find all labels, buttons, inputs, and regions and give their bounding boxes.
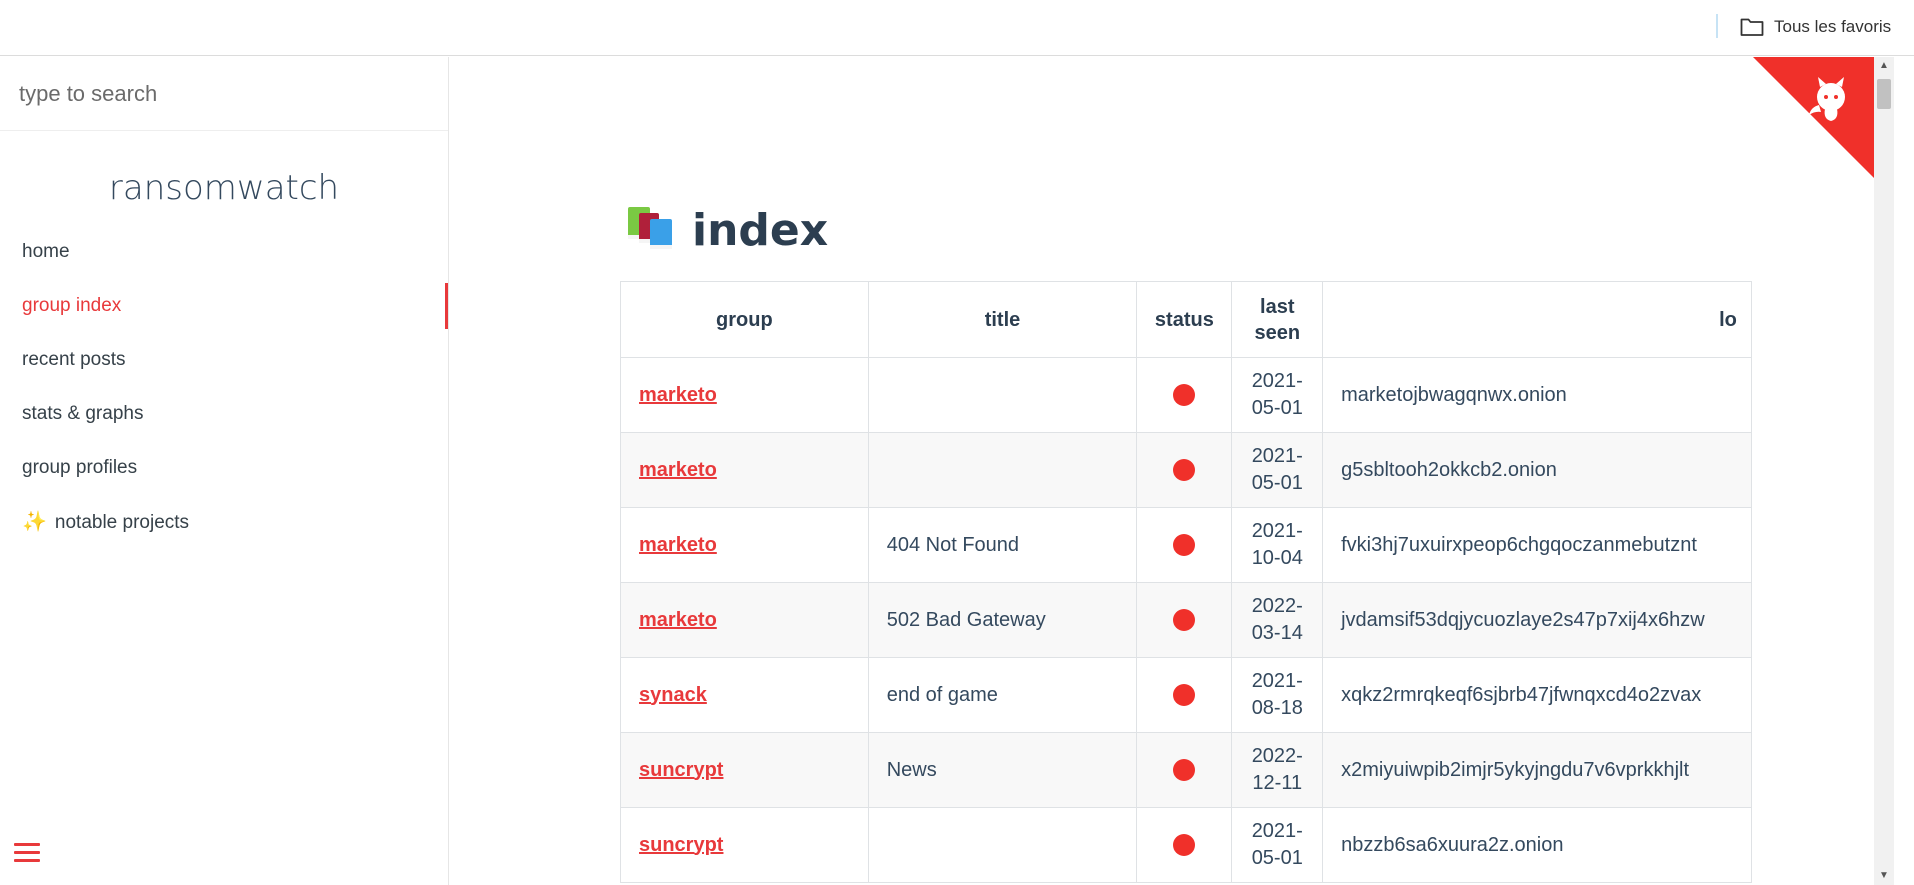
group-link[interactable]: synack [639,684,707,706]
status-offline-icon [1173,609,1196,632]
table-row: marketo 404 Not Found 2021- 10-04 fvki3hj… [620,507,1752,583]
group-table: group title status last seen lo marketo 2… [620,281,1752,883]
row-location: marketojbwagqnwx.onion [1322,357,1752,433]
row-location: x2miyuiwpib2imjr5ykyjngdu7v6vprkkhjlt [1322,732,1752,808]
page-title: index [626,205,828,256]
group-table-container: group title status last seen lo marketo 2… [620,281,1752,885]
folder-icon [1740,17,1764,37]
search-input[interactable] [19,80,419,107]
table-row: marketo 502 Bad Gateway 2022- 03-14 jvdam… [620,582,1752,658]
row-last-seen: 2021- 05-01 [1231,432,1324,508]
row-last-seen: 2021- 05-01 [1231,357,1324,433]
app-name: ransomwatch [108,168,340,208]
row-last-seen: 2021- 08-18 [1231,657,1324,733]
status-offline-icon [1173,534,1196,557]
table-body: marketo 2021- 05-01 marketojbwagqnwx.onio… [620,357,1752,883]
table-row: suncrypt News 2022- 12-11 x2miyuiwpib2imj… [620,732,1752,808]
row-title: 404 Not Found [867,507,1138,583]
scroll-up-arrow-icon[interactable]: ▲ [1874,57,1894,75]
group-link[interactable]: suncrypt [639,759,723,781]
sidebar-item-label: recent posts [22,349,126,370]
scrollbar-thumb[interactable] [1877,79,1891,109]
sparkles-icon: ✨ [22,511,47,533]
main-content: index group title status last seen lo mar… [450,57,1894,885]
status-offline-icon [1173,759,1196,782]
sidebar-item-label: home [22,241,70,262]
group-link[interactable]: marketo [639,609,717,631]
table-row: synack end of game 2021- 08-18 xqkz2rmrqk… [620,657,1752,733]
header-group: group [620,281,869,358]
table-row: suncrypt 2021- 05-01 nbzzb6sa6xuura2z.oni… [620,807,1752,883]
page-scrollbar[interactable]: ▲ ▼ [1874,57,1894,885]
all-favorites-label: Tous les favoris [1774,17,1892,36]
row-location: nbzzb6sa6xuura2z.onion [1322,807,1752,883]
sidebar-item-label: group profiles [22,457,138,478]
favorites-separator [1716,14,1718,38]
row-last-seen: 2021- 10-04 [1231,507,1324,583]
header-last-seen: last seen [1231,281,1324,358]
header-title: title [867,281,1138,358]
header-status: status [1136,281,1233,358]
github-corner-link[interactable] [1753,57,1874,178]
sidebar-item-notable-projects[interactable]: ✨ notable projects [0,495,448,549]
row-title [867,357,1138,433]
status-offline-icon [1173,384,1196,407]
row-last-seen: 2021- 05-01 [1231,807,1324,883]
all-favorites-button[interactable]: Tous les favoris [1740,12,1891,42]
header-location: lo [1322,281,1752,358]
sidebar-nav: home group index recent posts stats & gr… [0,225,448,549]
sidebar-item-label: group index [22,295,122,316]
sidebar-item-group-profiles[interactable]: group profiles [0,441,448,495]
row-title: end of game [867,657,1138,733]
books-icon [626,205,676,256]
sidebar-item-home[interactable]: home [0,225,448,279]
sidebar-item-label: notable projects [54,512,190,533]
row-last-seen: 2022- 03-14 [1231,582,1324,658]
sidebar-item-group-index[interactable]: group index [0,279,448,333]
row-title: 502 Bad Gateway [867,582,1138,658]
row-title [867,807,1138,883]
sidebar-item-stats-graphs[interactable]: stats & graphs [0,387,448,441]
row-location: jvdamsif53dqjycuozlaye2s47p7xij4x6hzw [1322,582,1752,658]
row-location: fvki3hj7uxuirxpeop6chgqoczanmebutznt [1322,507,1752,583]
status-offline-icon [1173,834,1196,857]
group-link[interactable]: marketo [639,384,717,406]
scroll-down-arrow-icon[interactable]: ▼ [1874,867,1894,885]
row-location: g5sbltooh2okkcb2.onion [1322,432,1752,508]
table-row: marketo 2021- 05-01 g5sbltooh2okkcb2.onio… [620,432,1752,508]
table-header-row: group title status last seen lo [620,281,1752,358]
favorites-bar: Tous les favoris [0,0,1914,56]
status-offline-icon [1173,459,1196,482]
page-heading: index [692,205,829,256]
group-link[interactable]: marketo [639,534,717,556]
sidebar: ransomwatch home group index recent post… [0,57,449,885]
row-location: xqkz2rmrqkeqf6sjbrb47jfwnqxcd4o2zvax [1322,657,1752,733]
sidebar-item-recent-posts[interactable]: recent posts [0,333,448,387]
search-box [0,57,448,131]
sidebar-item-label: stats & graphs [22,403,144,424]
row-title [867,432,1138,508]
github-octocat-icon [1753,57,1874,178]
hamburger-menu-icon[interactable] [14,843,40,863]
status-offline-icon [1173,684,1196,707]
table-row: marketo 2021- 05-01 marketojbwagqnwx.onio… [620,357,1752,433]
row-last-seen: 2022- 12-11 [1231,732,1324,808]
group-link[interactable]: marketo [639,459,717,481]
row-title: News [867,732,1138,808]
group-link[interactable]: suncrypt [639,834,723,856]
